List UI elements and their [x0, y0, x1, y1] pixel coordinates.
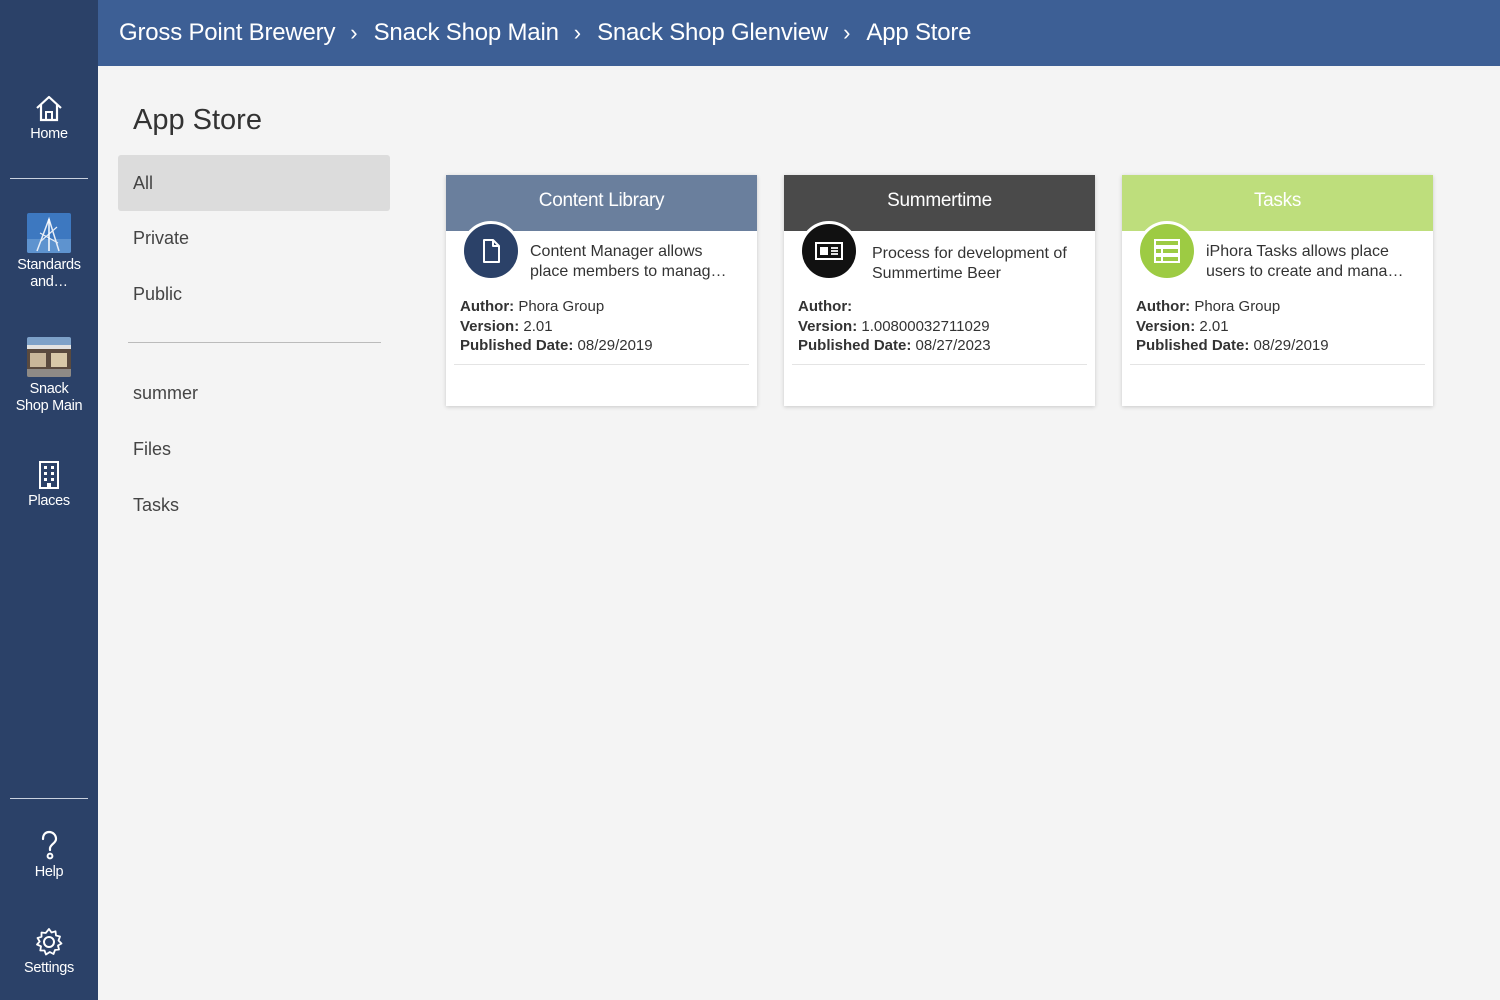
card-version: 2.01 — [1199, 317, 1229, 335]
left-rail: Home Standards and… Snack Shop Main Plac… — [0, 0, 98, 1000]
filter-all[interactable]: All — [118, 155, 390, 211]
standards-thumbnail — [27, 213, 71, 253]
breadcrumb-item-snack-shop-main[interactable]: Snack Shop Main — [374, 19, 559, 47]
rail-snack-label-2: Shop Main — [15, 398, 83, 414]
rail-places[interactable]: Places — [0, 460, 98, 510]
tasks-list-icon — [1137, 221, 1197, 281]
card-description: Process for development of Summertime Be… — [872, 245, 1067, 282]
gear-icon — [36, 928, 63, 956]
newspaper-icon — [799, 221, 859, 281]
rail-home-label: Home — [30, 126, 68, 142]
rail-standards-label-2: and… — [30, 274, 68, 290]
card-published-date: 08/29/2019 — [1253, 337, 1329, 354]
snack-shop-thumbnail — [27, 337, 71, 377]
breadcrumb-item-snack-shop-glenview[interactable]: Snack Shop Glenview — [597, 19, 828, 47]
breadcrumb-item-app-store[interactable]: App Store — [866, 19, 971, 47]
menu-divider — [128, 342, 381, 343]
card-author: Phora Group — [1194, 298, 1281, 315]
card-version: 1.00800032711029 — [861, 317, 990, 335]
card-description: Content Manager allows place members to … — [530, 243, 727, 280]
home-icon — [36, 95, 62, 122]
filter-private[interactable]: Private — [118, 210, 390, 266]
card-version: 2.01 — [523, 317, 553, 335]
category-files[interactable]: Files — [118, 421, 390, 477]
card-published-date: 08/27/2023 — [915, 337, 991, 354]
card-meta: Author: Version: 1.00800032711029 Publis… — [798, 298, 991, 354]
rail-home[interactable]: Home — [0, 93, 98, 143]
breadcrumb-separator: › — [350, 20, 358, 45]
rail-snack-label-1: Snack — [29, 381, 69, 397]
app-card-tasks[interactable]: Tasks iPhora Tasks allows place users to… — [1122, 175, 1433, 406]
rail-standards-label-1: Standards — [17, 257, 81, 273]
document-icon — [461, 221, 521, 281]
rail-help[interactable]: Help — [0, 829, 98, 881]
help-icon — [41, 830, 58, 860]
rail-standards[interactable]: Standards and… — [0, 213, 98, 291]
card-author: Phora Group — [518, 298, 605, 315]
card-divider — [792, 364, 1087, 365]
category-summer[interactable]: summer — [118, 365, 390, 421]
rail-places-label: Places — [28, 493, 70, 509]
breadcrumb: Gross Point Brewery › Snack Shop Main › … — [98, 0, 1500, 66]
card-meta: Author: Phora Group Version: 2.01 Publis… — [1136, 298, 1329, 354]
page-title: App Store — [133, 104, 262, 136]
filter-public[interactable]: Public — [118, 266, 390, 322]
breadcrumb-separator: › — [843, 20, 851, 45]
rail-snack-shop-main[interactable]: Snack Shop Main — [0, 337, 98, 415]
app-card-summertime[interactable]: Summertime Process for development of Su… — [784, 175, 1095, 406]
card-published-date: 08/29/2019 — [577, 337, 653, 354]
breadcrumb-item-brewery[interactable]: Gross Point Brewery — [119, 19, 335, 47]
rail-settings-label: Settings — [24, 960, 74, 976]
card-divider — [454, 364, 749, 365]
rail-divider-bottom — [10, 798, 88, 799]
card-divider — [1130, 364, 1425, 365]
card-description: iPhora Tasks allows place users to creat… — [1206, 243, 1404, 280]
card-meta: Author: Phora Group Version: 2.01 Publis… — [460, 298, 653, 354]
breadcrumb-separator: › — [573, 20, 582, 45]
rail-settings[interactable]: Settings — [0, 927, 98, 977]
category-tasks[interactable]: Tasks — [118, 477, 390, 533]
rail-divider-top — [10, 178, 88, 179]
building-icon — [39, 461, 59, 489]
app-card-content-library[interactable]: Content Library Content Manager allows p… — [446, 175, 757, 406]
rail-help-label: Help — [34, 864, 64, 880]
